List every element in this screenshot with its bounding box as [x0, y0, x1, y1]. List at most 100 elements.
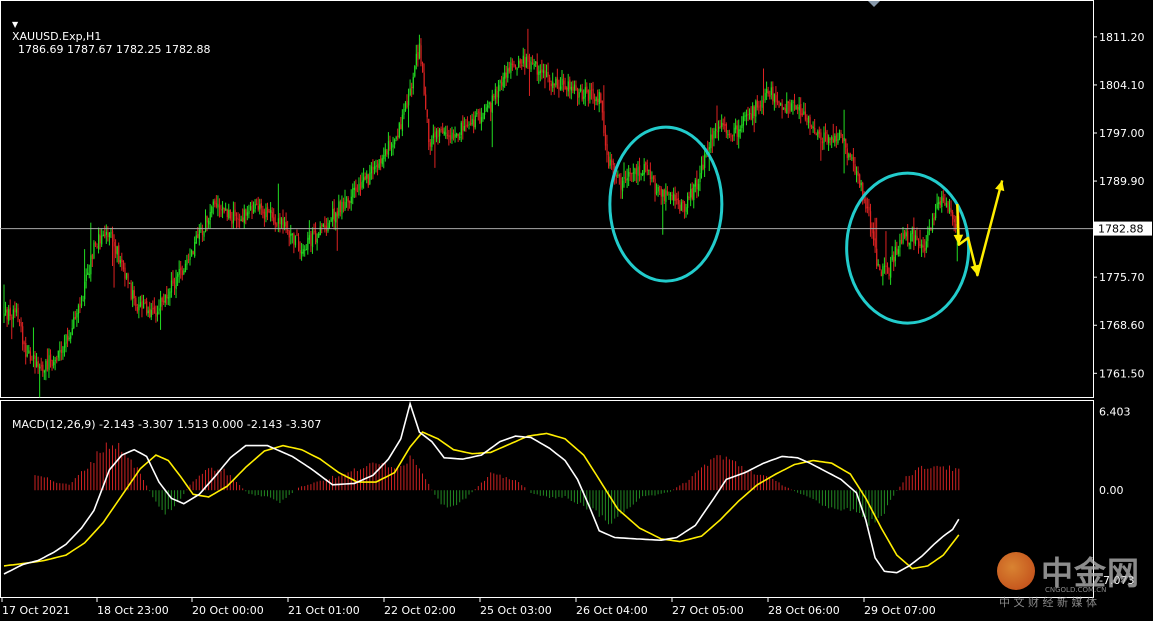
candle-body	[767, 91, 769, 94]
candle-body	[691, 188, 693, 200]
candle-body	[73, 317, 75, 329]
candle-body	[218, 205, 221, 210]
candle-body	[394, 139, 396, 145]
candle-body	[107, 232, 109, 238]
candle-body	[268, 211, 270, 213]
candle-body	[206, 216, 208, 223]
candle-body	[301, 251, 303, 254]
candle-body	[426, 109, 428, 118]
candle-body	[375, 164, 377, 168]
candle-body	[415, 53, 417, 66]
candle-body	[770, 87, 772, 95]
candle-body	[87, 272, 89, 275]
candle-body	[65, 335, 67, 344]
candle-body	[138, 304, 140, 311]
candle-body	[411, 86, 413, 88]
candle-body	[922, 245, 924, 248]
candle-body	[559, 86, 562, 89]
candle-body	[722, 123, 724, 126]
candle-body	[191, 250, 193, 257]
candle-body	[186, 259, 188, 265]
candle-body	[549, 77, 551, 82]
candle-body	[530, 62, 532, 70]
candle-body	[332, 208, 334, 220]
candle-body	[728, 133, 731, 136]
candle-body	[518, 60, 520, 67]
candle-body	[465, 124, 467, 127]
candle-body	[578, 92, 580, 98]
candle-body	[144, 301, 146, 303]
candle-body	[463, 125, 466, 132]
candle-body	[473, 119, 475, 128]
candle-body	[400, 124, 402, 130]
candle-body	[471, 118, 473, 125]
candle-body	[15, 309, 18, 313]
candle-body	[522, 55, 524, 64]
candle-body	[699, 173, 701, 183]
candle-body	[741, 124, 743, 128]
candle-body	[346, 199, 348, 201]
candle-body	[129, 282, 131, 284]
candle-body	[590, 89, 593, 91]
candle-body	[315, 230, 317, 242]
candle-body	[628, 171, 630, 177]
candle-body	[178, 269, 180, 275]
chart-shift-marker-icon[interactable]	[868, 1, 880, 7]
candle-body	[608, 156, 610, 167]
candle-body	[609, 159, 611, 166]
candle-body	[341, 202, 343, 214]
macd-header: MACD(12,26,9) -2.143 -3.307 1.513 0.000 …	[5, 405, 321, 431]
candle-body	[856, 170, 858, 176]
candle-body	[933, 216, 935, 220]
candle-body	[702, 164, 704, 170]
candle-body	[143, 302, 145, 309]
candle-body	[659, 185, 661, 188]
candle-body	[696, 179, 698, 190]
candle-body	[409, 88, 411, 96]
candle-body	[515, 66, 517, 69]
candle-body	[167, 297, 169, 299]
candle-body	[730, 135, 732, 137]
candle-body	[896, 248, 898, 255]
candle-body	[919, 244, 921, 246]
menu-triangle-icon[interactable]: ▼	[12, 20, 18, 29]
candle-body	[642, 173, 644, 176]
candle-body	[110, 232, 112, 234]
candle-body	[360, 182, 362, 189]
candle-body	[801, 113, 803, 116]
candle-body	[208, 220, 210, 225]
candle-body	[499, 80, 501, 84]
candle-body	[885, 265, 887, 268]
candle-body	[428, 118, 430, 143]
candle-body	[8, 309, 10, 322]
candle-body	[679, 204, 681, 212]
candle-body	[74, 316, 76, 319]
candle-body	[811, 125, 813, 128]
candle-body	[370, 166, 373, 174]
candle-body	[397, 135, 399, 138]
candle-body	[152, 308, 154, 310]
candle-body	[384, 149, 386, 156]
candle-body	[665, 190, 667, 202]
candle-body	[651, 177, 653, 179]
candle-body	[572, 86, 574, 91]
time-tick-label: 29 Oct 07:00	[864, 604, 936, 617]
candle-body	[482, 112, 484, 119]
candle-body	[163, 300, 165, 303]
candle-body	[635, 168, 638, 175]
candle-body	[652, 175, 655, 180]
candle-body	[175, 276, 177, 290]
candle-body	[11, 317, 13, 319]
candle-body	[690, 189, 692, 198]
candle-body	[366, 173, 368, 179]
candle-body	[694, 180, 696, 187]
candle-body	[67, 335, 69, 341]
candle-body	[132, 290, 134, 299]
candle-body	[883, 265, 886, 267]
candle-body	[46, 359, 49, 370]
candle-body	[823, 132, 825, 143]
candle-body	[620, 177, 622, 190]
candle-body	[136, 306, 138, 312]
candle-body	[85, 274, 87, 281]
candle-body	[439, 129, 441, 137]
